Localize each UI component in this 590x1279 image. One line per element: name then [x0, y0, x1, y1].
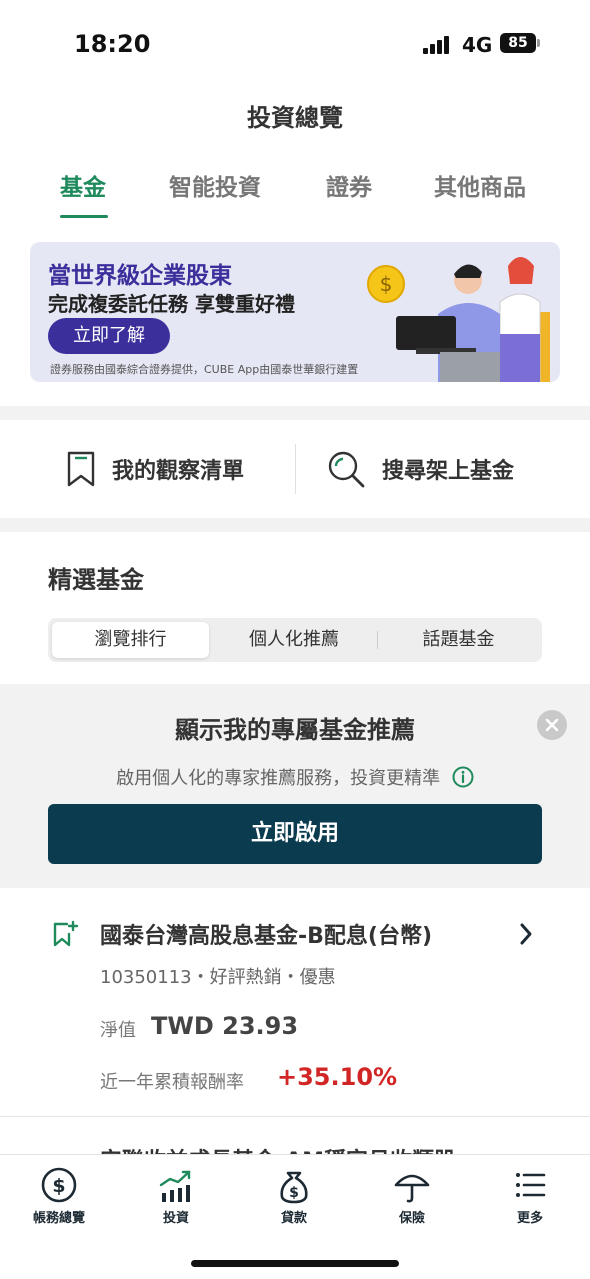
tabbar-accounts[interactable]: $ 帳務總覽 [14, 1165, 104, 1226]
segmented-control: 瀏覽排行 個人化推薦 話題基金 [48, 618, 542, 662]
return-label: 近一年累積報酬率 [100, 1072, 244, 1093]
active-tab-indicator [60, 215, 108, 218]
menu-icon [516, 1173, 546, 1197]
battery-icon: 85 [500, 33, 536, 53]
section-title: 精選基金 [48, 566, 144, 594]
tabbar-insurance[interactable]: 保險 [367, 1165, 457, 1226]
divider [0, 1116, 590, 1117]
tab-other-products[interactable]: 其他商品 [434, 168, 526, 202]
status-time: 18:20 [74, 30, 151, 58]
search-fund-link[interactable]: 搜尋架上基金 [326, 420, 514, 518]
tabbar-loans[interactable]: $ 貸款 [249, 1165, 339, 1226]
banner-subtitle: 完成複委託任務 享雙重好禮 [48, 292, 295, 316]
header: 投資總覽 基金 智能投資 證券 其他商品 [0, 80, 590, 220]
cellular-signal-icon [423, 36, 451, 54]
watchlist-link[interactable]: 我的觀察清單 [66, 420, 244, 518]
tabbar-label: 帳務總覽 [32, 1211, 85, 1226]
nav-label: 淨值 [100, 1020, 136, 1041]
featured-funds-section: 精選基金 瀏覽排行 個人化推薦 話題基金 [0, 532, 590, 684]
search-fund-label: 搜尋架上基金 [382, 459, 515, 484]
enable-now-button[interactable]: 立即啟用 [48, 804, 542, 864]
banner-disclaimer: 證券服務由國泰綜合證券提供，CUBE App由國泰世華銀行建置 [50, 363, 359, 376]
bookmark-icon [67, 451, 95, 487]
promo-description-text: 啟用個人化的專家推薦服務，投資更精準 [116, 768, 441, 789]
banner-section: 當世界級企業股東 完成複委託任務 享雙重好禮 立即了解 證券服務由國泰綜合證券提… [0, 220, 590, 406]
close-icon [545, 718, 559, 732]
search-icon [328, 451, 365, 488]
segment-popular[interactable]: 瀏覽排行 [52, 622, 209, 658]
tabbar-more[interactable]: 更多 [485, 1165, 575, 1226]
invest-chart-icon [159, 1170, 191, 1202]
money-bag-icon: $ [280, 1171, 308, 1204]
fund-meta: 10350113・好評熱銷・優惠 [100, 967, 336, 988]
watchlist-label: 我的觀察清單 [112, 459, 245, 484]
dollar-circle-icon: $ [41, 1167, 77, 1203]
tab-securities[interactable]: 證券 [326, 168, 372, 202]
promo-title: 顯示我的專屬基金推薦 [175, 716, 415, 744]
chevron-right-icon[interactable] [518, 922, 534, 946]
tabbar-label: 更多 [516, 1211, 543, 1226]
battery-tip [537, 39, 540, 47]
fund-list: 國泰台灣高股息基金-B配息(台幣) 10350113・好評熱銷・優惠 淨值 TW… [0, 888, 590, 1174]
tabbar-label: 保險 [398, 1211, 425, 1226]
tabbar-label: 貸款 [280, 1211, 307, 1226]
close-button[interactable] [537, 710, 567, 740]
network-type: 4G [462, 33, 493, 57]
umbrella-icon [394, 1174, 430, 1203]
home-indicator[interactable] [191, 1260, 399, 1267]
tab-fund[interactable]: 基金 [60, 168, 106, 202]
tabbar-invest[interactable]: 投資 [131, 1165, 221, 1226]
quick-links: 我的觀察清單 搜尋架上基金 [0, 420, 590, 518]
segment-separator [377, 631, 378, 649]
promo-description: 啟用個人化的專家推薦服務，投資更精準 [0, 764, 590, 790]
fund-name[interactable]: 國泰台灣高股息基金-B配息(台幣) [100, 918, 432, 950]
personalization-card: 顯示我的專屬基金推薦 啟用個人化的專家推薦服務，投資更精準 立即啟用 [0, 684, 590, 888]
svg-text:$: $ [380, 272, 393, 296]
banner-title: 當世界級企業股東 [48, 263, 232, 289]
tab-smart-investing[interactable]: 智能投資 [169, 168, 261, 202]
banner-illustration: $ [367, 257, 550, 382]
return-value: +35.10% [277, 1063, 398, 1091]
segment-topic[interactable]: 話題基金 [379, 622, 538, 658]
page-title: 投資總覽 [247, 104, 343, 132]
divider [295, 444, 296, 494]
segment-personalized[interactable]: 個人化推薦 [213, 622, 375, 658]
promo-banner[interactable]: 當世界級企業股東 完成複委託任務 享雙重好禮 立即了解 證券服務由國泰綜合證券提… [30, 242, 560, 382]
learn-more-button[interactable]: 立即了解 [48, 318, 170, 354]
info-icon[interactable] [452, 766, 474, 788]
svg-text:$: $ [289, 1185, 299, 1201]
tabbar-label: 投資 [162, 1211, 189, 1226]
status-bar: 18:20 4G 85 [0, 0, 590, 80]
bookmark-add-icon[interactable] [52, 920, 78, 948]
nav-value: TWD 23.93 [151, 1012, 299, 1040]
svg-text:$: $ [52, 1175, 65, 1197]
